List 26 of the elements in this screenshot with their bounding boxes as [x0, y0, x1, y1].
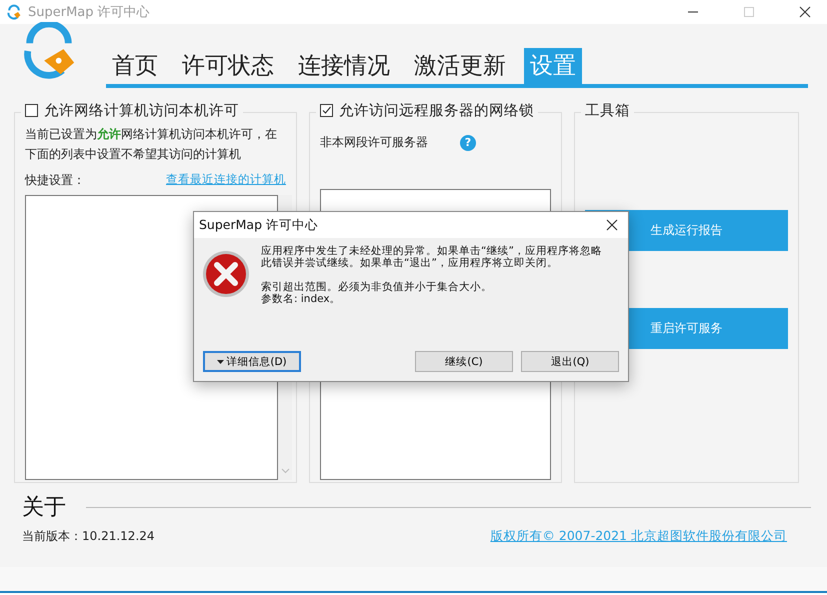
description-text: 当前已设置为允许网络计算机访问本机许可，在下面的列表中设置不希望其访问的计算机	[25, 126, 278, 163]
about-heading: 关于	[22, 494, 66, 522]
nav-tab[interactable]: 连接情况	[292, 48, 396, 84]
details-button[interactable]: 详细信息(D)	[203, 351, 301, 372]
nav-tab[interactable]: 激活更新	[408, 48, 512, 84]
app-logo-icon	[6, 4, 22, 20]
nav-tab[interactable]: 许可状态	[176, 48, 280, 84]
error-detail: 参数名: index。	[261, 293, 342, 305]
servers-label: 非本网段许可服务器	[320, 134, 428, 151]
checkbox-label: 允许访问远程服务器的网络锁	[339, 102, 534, 120]
close-icon[interactable]	[799, 6, 811, 18]
window-title: SuperMap 许可中心	[28, 4, 150, 21]
error-detail: 索引超出范围。必须为非负值并小于集合大小。	[261, 281, 493, 293]
dialog-button[interactable]: 继续(C)	[415, 351, 513, 372]
version-text: 当前版本：10.21.12.24	[22, 528, 155, 545]
checkbox[interactable]	[320, 104, 333, 117]
close-icon[interactable]	[606, 219, 618, 231]
nav-tab[interactable]: 首页	[106, 48, 164, 84]
quick-settings-label: 快捷设置：	[25, 172, 85, 189]
checkbox-label: 允许网络计算机访问本机许可	[44, 102, 239, 120]
checkbox[interactable]	[25, 104, 38, 117]
caret-icon	[217, 360, 224, 364]
error-icon	[201, 249, 251, 299]
toolbox-title: 工具箱	[585, 102, 630, 120]
dialog-button[interactable]: 退出(Q)	[521, 351, 619, 372]
dialog-title: SuperMap 许可中心	[199, 216, 318, 234]
